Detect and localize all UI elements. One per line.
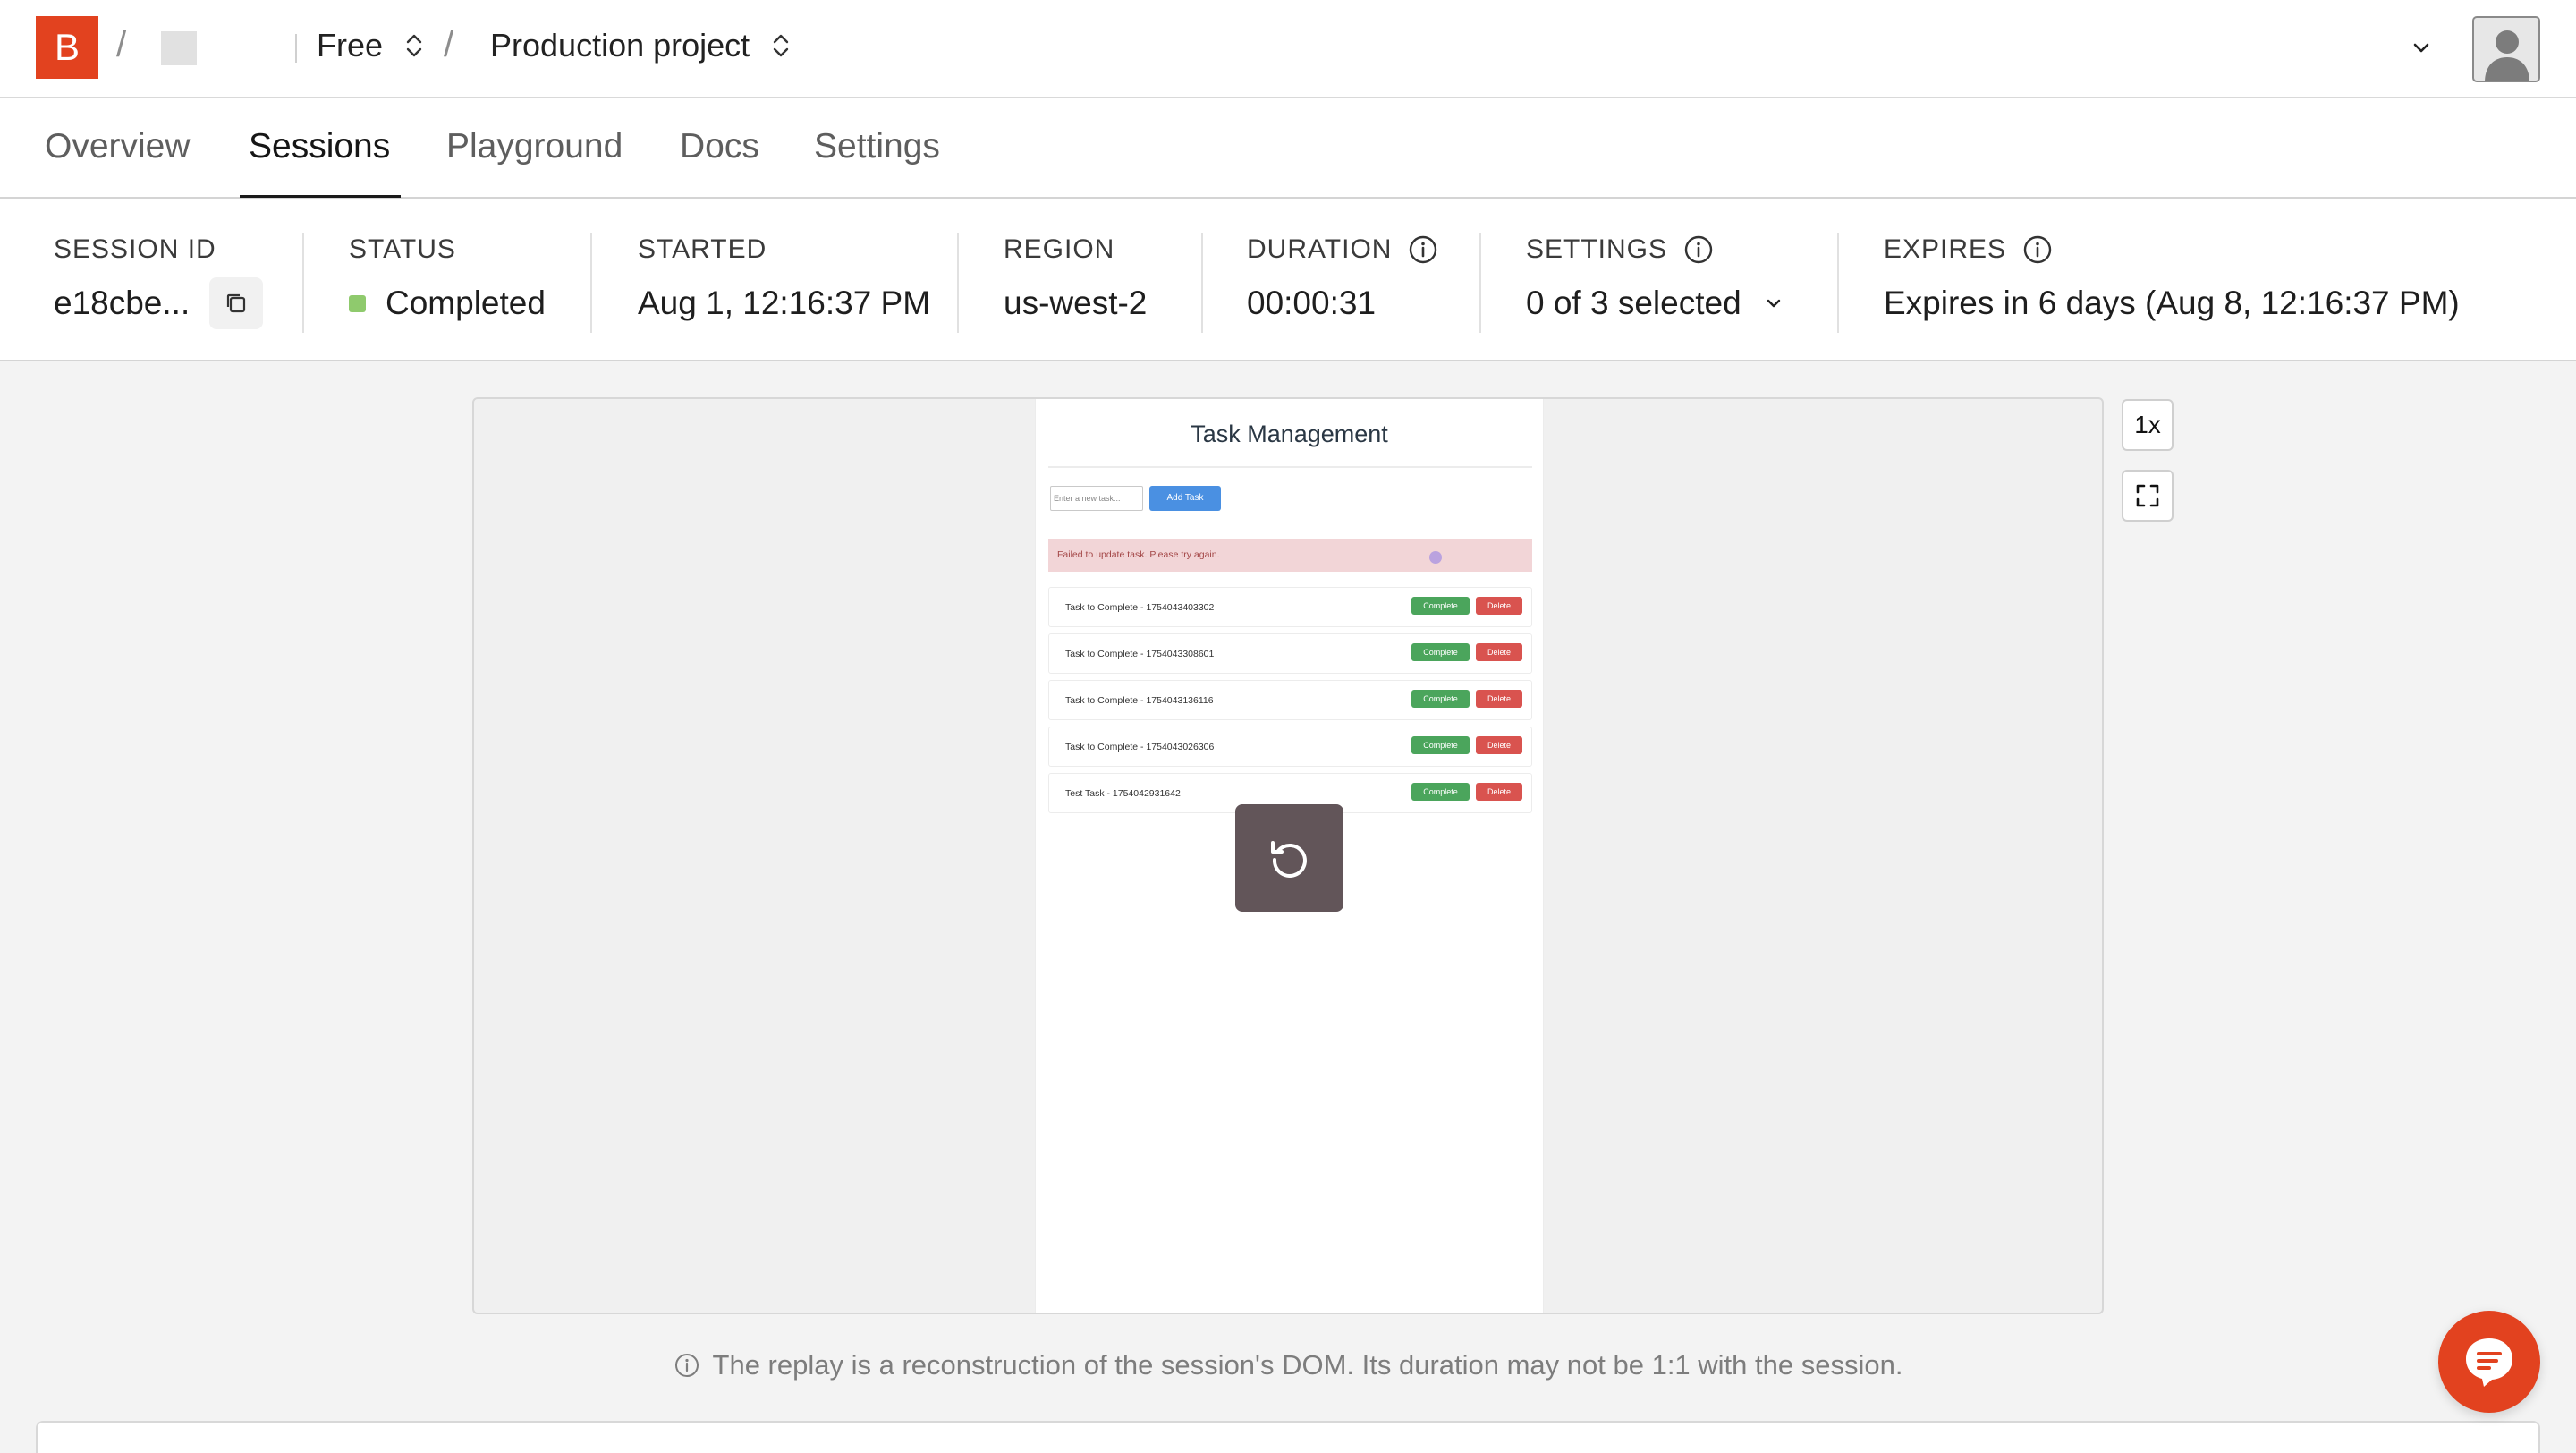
settings-dropdown[interactable]: 0 of 3 selected (1526, 285, 1786, 322)
plan-label: Free (317, 27, 384, 64)
task-row: Task to Complete - 1754043403302 Complet… (1048, 587, 1532, 627)
task-row: Task to Complete - 1754043136116 Complet… (1048, 680, 1532, 720)
playback-speed-button[interactable]: 1x (2122, 399, 2174, 451)
divider (1479, 233, 1481, 333)
session-details: SESSION ID e18cbe... STATUS Completed ST… (0, 199, 2576, 361)
replay-button[interactable] (1235, 804, 1343, 912)
new-task-input[interactable]: Enter a new task... (1050, 486, 1143, 511)
tab-overview[interactable]: Overview (45, 127, 191, 166)
tab-playground[interactable]: Playground (446, 127, 623, 166)
delete-button[interactable]: Delete (1476, 690, 1522, 708)
task-name: Task to Complete - 1754043136116 (1065, 695, 1214, 706)
settings-field: SETTINGS 0 of 3 selected (1526, 234, 1786, 322)
add-task-button[interactable]: Add Task (1149, 486, 1221, 511)
divider (302, 233, 304, 333)
expires-field: EXPIRES Expires in 6 days (Aug 8, 12:16:… (1884, 234, 2460, 322)
updown-chevron-icon (406, 34, 422, 57)
task-name: Test Task - 1754042931642 (1065, 788, 1181, 799)
task-name: Task to Complete - 1754043403302 (1065, 602, 1215, 613)
started-field: STARTED Aug 1, 12:16:37 PM (638, 234, 930, 322)
replay-note: The replay is a reconstruction of the se… (0, 1349, 2576, 1381)
project-switcher[interactable]: Production project (490, 27, 792, 64)
task-name: Task to Complete - 1754043026306 (1065, 742, 1215, 752)
divider (295, 34, 297, 63)
divider (1048, 466, 1532, 468)
field-label: SESSION ID (54, 234, 216, 264)
task-row: Task to Complete - 1754043308601 Complet… (1048, 633, 1532, 674)
status-indicator (349, 294, 366, 312)
status-field: STATUS Completed (349, 234, 546, 322)
divider (957, 233, 959, 333)
complete-button[interactable]: Complete (1411, 597, 1470, 615)
person-icon (2485, 30, 2529, 81)
fullscreen-icon (2136, 484, 2159, 507)
complete-button[interactable]: Complete (1411, 643, 1470, 661)
divider (1837, 233, 1839, 333)
field-label: REGION (1004, 234, 1115, 264)
delete-button[interactable]: Delete (1476, 783, 1522, 801)
expires-value: Expires in 6 days (Aug 8, 12:16:37 PM) (1884, 285, 2460, 321)
error-banner: Failed to update task. Please try again. (1048, 539, 1532, 572)
chevron-down-icon (1767, 299, 1780, 308)
info-icon[interactable] (1683, 234, 1714, 265)
project-label: Production project (490, 27, 750, 64)
chevron-down-icon[interactable] (2408, 34, 2435, 61)
delete-button[interactable]: Delete (1476, 597, 1522, 615)
updown-chevron-icon (773, 34, 789, 57)
duration-field: DURATION 00:00:31 (1247, 234, 1438, 322)
delete-button[interactable]: Delete (1476, 643, 1522, 661)
breadcrumb-separator: / (444, 25, 454, 64)
divider (590, 233, 592, 333)
session-timeline[interactable] (36, 1421, 2540, 1453)
org-avatar[interactable] (161, 31, 197, 65)
copy-icon (227, 293, 246, 313)
info-icon[interactable] (1408, 234, 1438, 265)
session-id-value: e18cbe... (54, 285, 191, 321)
top-bar: B / Free / Production project (0, 0, 2576, 98)
field-label: EXPIRES (1884, 234, 2007, 264)
tab-sessions[interactable]: Sessions (249, 127, 390, 166)
replay-cursor-icon (1429, 551, 1442, 564)
delete-button[interactable]: Delete (1476, 736, 1522, 754)
replay-note-text: The replay is a reconstruction of the se… (712, 1349, 1903, 1381)
chat-support-button[interactable] (2438, 1311, 2540, 1413)
field-label: DURATION (1247, 234, 1393, 264)
duration-value: 00:00:31 (1247, 285, 1377, 321)
divider (1201, 233, 1203, 333)
complete-button[interactable]: Complete (1411, 736, 1470, 754)
started-value: Aug 1, 12:16:37 PM (638, 285, 931, 321)
region-value: us-west-2 (1004, 285, 1148, 321)
complete-button[interactable]: Complete (1411, 783, 1470, 801)
plan-switcher[interactable]: Free (317, 27, 426, 64)
field-label: SETTINGS (1526, 234, 1668, 264)
brand-logo[interactable]: B (36, 16, 98, 79)
fullscreen-button[interactable] (2122, 470, 2174, 522)
tab-docs[interactable]: Docs (680, 127, 759, 166)
task-row: Task to Complete - 1754043026306 Complet… (1048, 726, 1532, 767)
info-icon (674, 1354, 699, 1377)
breadcrumb-separator: / (116, 25, 127, 64)
user-avatar[interactable] (2472, 16, 2540, 82)
complete-button[interactable]: Complete (1411, 690, 1470, 708)
field-label: STATUS (349, 234, 456, 264)
settings-value: 0 of 3 selected (1526, 285, 1741, 321)
status-value: Completed (386, 285, 546, 321)
tab-bar: Overview Sessions Playground Docs Settin… (0, 98, 2576, 199)
replay-icon (1270, 841, 1307, 878)
active-tab-indicator (240, 195, 401, 198)
session-id-field: SESSION ID e18cbe... (54, 234, 264, 329)
chat-icon (2466, 1338, 2512, 1387)
copy-button[interactable] (209, 277, 264, 329)
task-name: Task to Complete - 1754043308601 (1065, 649, 1215, 659)
region-field: REGION us-west-2 (1004, 234, 1147, 322)
session-replay-player[interactable]: Task Management Enter a new task... Add … (472, 397, 2104, 1314)
app-title: Task Management (1191, 421, 1388, 447)
field-label: STARTED (638, 234, 767, 264)
tab-settings[interactable]: Settings (814, 127, 940, 166)
info-icon[interactable] (2022, 234, 2053, 265)
